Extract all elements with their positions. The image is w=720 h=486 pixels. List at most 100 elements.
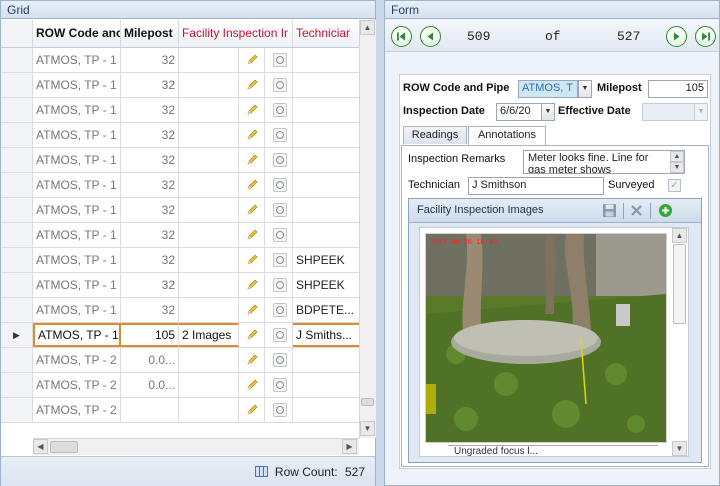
- view-cell[interactable]: [265, 98, 293, 122]
- images-cell[interactable]: [179, 373, 239, 397]
- technician-cell[interactable]: [293, 148, 359, 172]
- column-header-facility-images[interactable]: Facility Inspection Ir: [179, 20, 293, 47]
- milepost-cell[interactable]: 32: [121, 298, 179, 322]
- technician-cell[interactable]: [293, 48, 359, 72]
- technician-cell[interactable]: [293, 173, 359, 197]
- milepost-cell[interactable]: 32: [121, 98, 179, 122]
- row-code-cell[interactable]: ATMOS, TP - 2: [33, 348, 121, 372]
- view-cell[interactable]: [265, 198, 293, 222]
- delete-icon[interactable]: [629, 203, 644, 218]
- grid-horizontal-scrollbar[interactable]: ◀ ▶: [33, 438, 359, 455]
- milepost-cell[interactable]: 32: [121, 73, 179, 97]
- view-cell[interactable]: [265, 373, 293, 397]
- row-code-cell[interactable]: ATMOS, TP - 1: [33, 198, 121, 222]
- view-cell[interactable]: [265, 348, 293, 372]
- row-code-cell[interactable]: ATMOS, TP - 1: [33, 248, 121, 272]
- technician-cell[interactable]: [293, 98, 359, 122]
- technician-cell[interactable]: [293, 398, 359, 422]
- milepost-cell[interactable]: 32: [121, 48, 179, 72]
- inspection-date-dropdown-button[interactable]: ▼: [541, 103, 555, 121]
- technician-field[interactable]: J Smithson: [468, 177, 604, 195]
- edit-cell[interactable]: [239, 48, 265, 72]
- row-code-field[interactable]: ATMOS, T: [518, 80, 578, 98]
- row-code-cell[interactable]: ATMOS, TP - 1: [33, 48, 121, 72]
- view-cell[interactable]: [265, 398, 293, 422]
- edit-cell[interactable]: [239, 348, 265, 372]
- images-cell[interactable]: [179, 73, 239, 97]
- images-cell[interactable]: [179, 348, 239, 372]
- table-row[interactable]: ATMOS, TP - 1 32 BDPETE...: [1, 298, 359, 323]
- tab-readings[interactable]: Readings: [403, 126, 467, 144]
- view-cell[interactable]: [265, 48, 293, 72]
- technician-cell[interactable]: SHPEEK: [293, 273, 359, 297]
- images-cell[interactable]: [179, 148, 239, 172]
- technician-cell[interactable]: SHPEEK: [293, 248, 359, 272]
- technician-cell[interactable]: [293, 198, 359, 222]
- milepost-field[interactable]: 105: [648, 80, 708, 98]
- view-cell[interactable]: [265, 273, 293, 297]
- images-scroll-down[interactable]: ▼: [672, 441, 687, 456]
- view-image-icon[interactable]: [273, 203, 287, 217]
- column-header-technician[interactable]: Techniciar: [293, 20, 359, 47]
- milepost-cell[interactable]: 0.0...: [121, 348, 179, 372]
- grid-vertical-scrollbar[interactable]: ▲ ▼: [359, 20, 376, 438]
- technician-cell[interactable]: [293, 73, 359, 97]
- milepost-cell[interactable]: [121, 398, 179, 422]
- edit-cell[interactable]: [239, 223, 265, 247]
- view-image-icon[interactable]: [273, 403, 287, 417]
- images-cell[interactable]: [179, 123, 239, 147]
- surveyed-checkbox[interactable]: ✓: [668, 179, 681, 192]
- view-cell[interactable]: [265, 123, 293, 147]
- scroll-down-button[interactable]: ▼: [360, 421, 375, 436]
- edit-cell[interactable]: [239, 148, 265, 172]
- table-row[interactable]: ▶ ATMOS, TP - 1 105 2 Images J Smiths...: [1, 323, 359, 348]
- edit-cell[interactable]: [239, 173, 265, 197]
- view-cell[interactable]: [265, 223, 293, 247]
- view-cell[interactable]: [265, 248, 293, 272]
- row-code-cell[interactable]: ATMOS, TP - 1: [33, 298, 121, 322]
- technician-cell[interactable]: [293, 123, 359, 147]
- table-row[interactable]: ATMOS, TP - 1 32: [1, 198, 359, 223]
- images-cell[interactable]: [179, 198, 239, 222]
- view-image-icon[interactable]: [273, 228, 287, 242]
- table-row[interactable]: ATMOS, TP - 1 32: [1, 123, 359, 148]
- row-code-cell[interactable]: ATMOS, TP - 2: [33, 398, 121, 422]
- edit-cell[interactable]: [239, 98, 265, 122]
- view-image-icon[interactable]: [273, 178, 287, 192]
- row-code-cell[interactable]: ATMOS, TP - 1: [33, 73, 121, 97]
- technician-cell[interactable]: J Smiths...: [293, 323, 359, 347]
- table-row[interactable]: ATMOS, TP - 1 32: [1, 73, 359, 98]
- table-row[interactable]: ATMOS, TP - 1 32 SHPEEK: [1, 273, 359, 298]
- view-image-icon[interactable]: [273, 303, 287, 317]
- inspection-date-field[interactable]: 6/6/20: [496, 103, 542, 121]
- milepost-cell[interactable]: 0.0...: [121, 373, 179, 397]
- view-image-icon[interactable]: [273, 128, 287, 142]
- table-row[interactable]: ATMOS, TP - 1 32: [1, 148, 359, 173]
- images-scroll-up[interactable]: ▲: [672, 228, 687, 243]
- view-cell[interactable]: [265, 148, 293, 172]
- milepost-cell[interactable]: 105: [121, 323, 179, 347]
- row-code-dropdown-button[interactable]: ▼: [578, 80, 592, 98]
- edit-cell[interactable]: [239, 248, 265, 272]
- milepost-cell[interactable]: 32: [121, 173, 179, 197]
- edit-cell[interactable]: [239, 298, 265, 322]
- scroll-right-button[interactable]: ▶: [342, 439, 357, 454]
- view-image-icon[interactable]: [273, 378, 287, 392]
- edit-cell[interactable]: [239, 373, 265, 397]
- column-header-row-code[interactable]: ROW Code anc: [33, 20, 121, 47]
- technician-cell[interactable]: [293, 373, 359, 397]
- table-row[interactable]: ATMOS, TP - 2 0.0...: [1, 348, 359, 373]
- images-cell[interactable]: [179, 298, 239, 322]
- view-cell[interactable]: [265, 323, 293, 347]
- images-cell[interactable]: [179, 48, 239, 72]
- view-cell[interactable]: [265, 173, 293, 197]
- view-cell[interactable]: [265, 73, 293, 97]
- milepost-cell[interactable]: 32: [121, 273, 179, 297]
- table-row[interactable]: ATMOS, TP - 1 32: [1, 173, 359, 198]
- table-row[interactable]: ATMOS, TP - 1 32: [1, 98, 359, 123]
- table-row[interactable]: ATMOS, TP - 1 32: [1, 48, 359, 73]
- scroll-up-button[interactable]: ▲: [360, 20, 375, 35]
- images-cell[interactable]: [179, 248, 239, 272]
- effective-date-field[interactable]: [642, 103, 695, 121]
- row-code-cell[interactable]: ATMOS, TP - 1: [33, 173, 121, 197]
